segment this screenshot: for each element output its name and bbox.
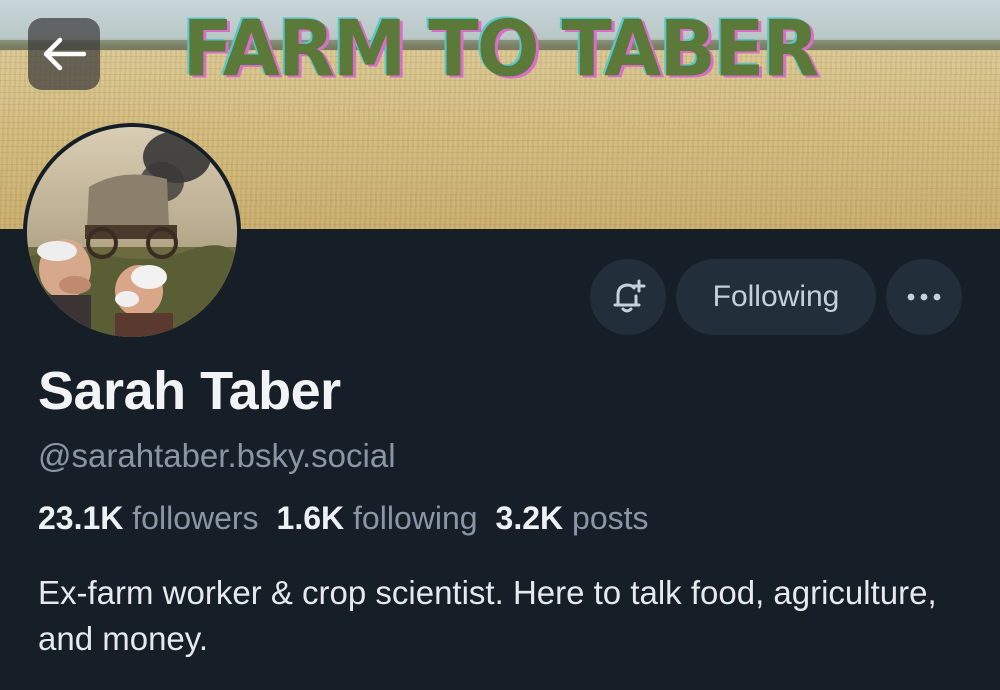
user-handle: @sarahtaber.bsky.social [38, 437, 396, 474]
back-button[interactable] [28, 18, 100, 90]
banner-title: FARM TO TABER [182, 3, 820, 95]
following-button[interactable]: Following [676, 259, 876, 335]
following-label: following [353, 500, 478, 536]
ellipsis-icon [907, 293, 941, 301]
followers-link[interactable]: 23.1K followers [38, 500, 259, 536]
posts-stat: 3.2K posts [496, 500, 649, 536]
posts-label: posts [572, 500, 649, 536]
bell-plus-icon [613, 279, 646, 313]
profile-bio: Ex-farm worker & crop scientist. Here to… [38, 574, 937, 657]
avatar[interactable] [23, 123, 241, 341]
avatar-image [27, 127, 237, 337]
subscribe-notifications-button[interactable] [590, 259, 666, 335]
followers-label: followers [132, 500, 259, 536]
followers-count: 23.1K [38, 500, 124, 536]
profile-stats: 23.1K followers 1.6K following 3.2K posts [38, 500, 649, 537]
more-options-button[interactable] [886, 259, 962, 335]
following-count: 1.6K [276, 500, 345, 536]
following-link[interactable]: 1.6K following [277, 500, 478, 536]
arrow-left-icon [43, 37, 86, 71]
display-name: Sarah Taber [38, 361, 341, 421]
posts-count: 3.2K [495, 500, 564, 536]
